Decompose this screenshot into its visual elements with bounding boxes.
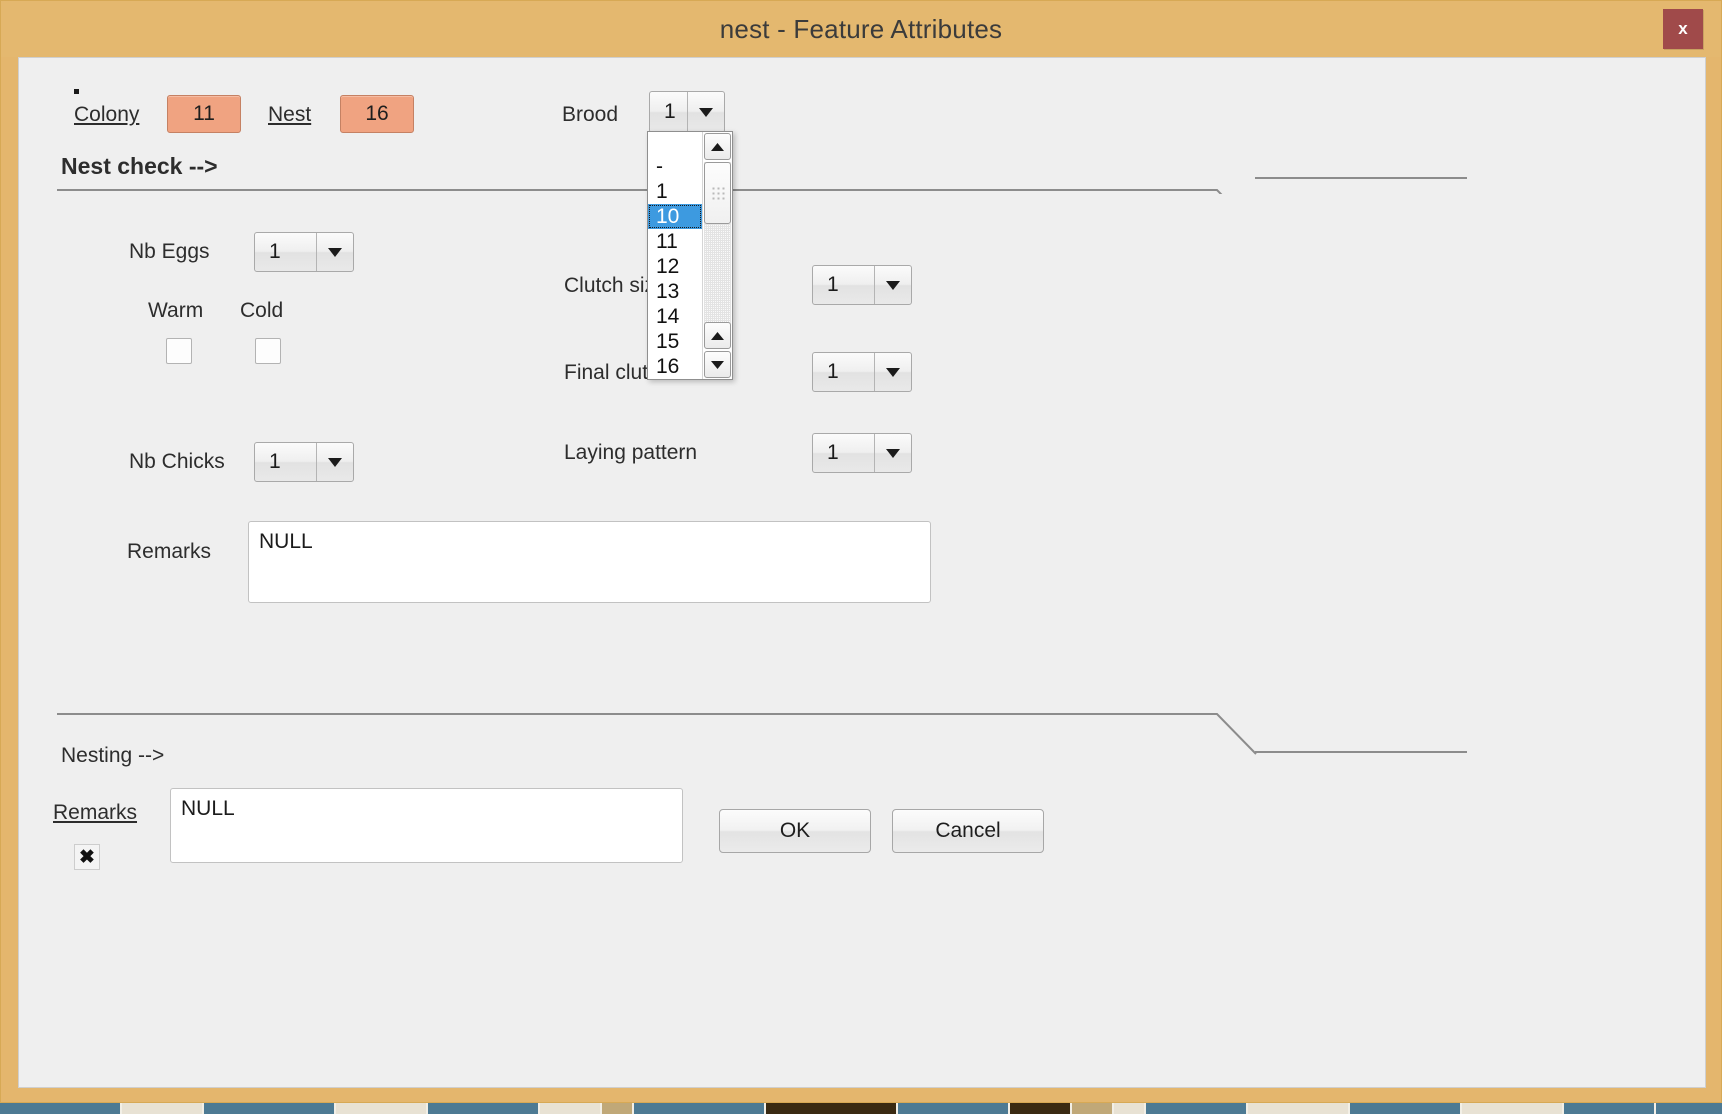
- nest-label[interactable]: Nest: [268, 103, 311, 127]
- nb-chicks-label: Nb Chicks: [129, 450, 225, 473]
- close-button[interactable]: x: [1663, 9, 1703, 49]
- scroll-up-button-secondary[interactable]: [704, 322, 731, 349]
- nesting-remarks-clear-button[interactable]: ✖: [74, 844, 100, 870]
- final-clutch-combo[interactable]: 1: [812, 352, 912, 392]
- taskbar-item[interactable]: [336, 1103, 428, 1114]
- nb-chicks-combo-value: 1: [269, 450, 281, 473]
- taskbar-item[interactable]: [1564, 1103, 1656, 1114]
- title-bar: nest - Feature Attributes x: [1, 1, 1721, 57]
- brood-dropdown-item[interactable]: 15: [648, 329, 702, 354]
- nest-check-title: Nest check -->: [61, 153, 218, 179]
- cold-checkbox[interactable]: [255, 338, 281, 364]
- brood-dropdown-item[interactable]: 13: [648, 279, 702, 304]
- colony-label[interactable]: Colony: [74, 103, 139, 127]
- laying-pattern-label: Laying pattern: [564, 441, 698, 464]
- laying-pattern-combo-value: 1: [827, 441, 839, 464]
- chevron-down-icon: [874, 266, 911, 304]
- nb-eggs-combo[interactable]: 1: [254, 232, 354, 272]
- cancel-button[interactable]: Cancel: [892, 809, 1044, 853]
- taskbar-item[interactable]: [1248, 1103, 1350, 1114]
- brood-dropdown-item[interactable]: -: [648, 154, 702, 179]
- chevron-down-icon: [316, 233, 353, 271]
- nb-eggs-label: Nb Eggs: [129, 240, 210, 263]
- brood-label: Brood: [562, 103, 619, 126]
- taskbar-item[interactable]: [1350, 1103, 1462, 1114]
- scrollbar-thumb[interactable]: [704, 162, 731, 224]
- warm-checkbox[interactable]: [166, 338, 192, 364]
- laying-pattern-combo[interactable]: 1: [812, 433, 912, 473]
- brood-dropdown-item[interactable]: 14: [648, 304, 702, 329]
- taskbar-item[interactable]: [204, 1103, 336, 1114]
- nesting-remarks-label[interactable]: Remarks: [53, 801, 137, 825]
- brood-dropdown-item[interactable]: 10: [648, 204, 702, 229]
- brood-dropdown-item[interactable]: 16: [648, 354, 702, 379]
- chevron-down-icon: [874, 434, 911, 472]
- chevron-down-icon: [874, 353, 911, 391]
- brood-dropdown-item[interactable]: 11: [648, 229, 702, 254]
- nesting-group-separator: [57, 713, 1257, 755]
- dialog-window: nest - Feature Attributes x Colony 11 Ne…: [0, 0, 1722, 1103]
- scrollbar-grip-icon: [710, 186, 725, 200]
- taskbar-item[interactable]: [602, 1103, 634, 1114]
- screen: nest - Feature Attributes x Colony 11 Ne…: [0, 0, 1722, 1114]
- nest-check-group-separator-tail: [1255, 177, 1467, 179]
- brood-dropdown-item[interactable]: 1: [648, 179, 702, 204]
- taskbar-item[interactable]: [1146, 1103, 1248, 1114]
- brood-dropdown-item[interactable]: 12: [648, 254, 702, 279]
- brood-dropdown-popup[interactable]: -1 10 11 12 13 14 15 16: [647, 131, 733, 380]
- clutch-size-combo[interactable]: 1: [812, 265, 912, 305]
- chevron-down-icon: [316, 443, 353, 481]
- taskbar-item[interactable]: [1462, 1103, 1564, 1114]
- cold-label: Cold: [240, 299, 284, 322]
- taskbar: [0, 1103, 1722, 1114]
- scroll-up-button[interactable]: [704, 133, 731, 160]
- nest-check-remarks-label: Remarks: [127, 540, 212, 563]
- required-marker-icon: [74, 89, 79, 94]
- taskbar-item[interactable]: [540, 1103, 602, 1114]
- taskbar-item[interactable]: [1010, 1103, 1072, 1114]
- nb-eggs-combo-value: 1: [269, 240, 281, 263]
- window-title: nest - Feature Attributes: [719, 13, 1003, 44]
- chevron-down-icon: [687, 92, 724, 132]
- clutch-size-combo-value: 1: [827, 273, 839, 296]
- nesting-group-separator-tail: [1255, 751, 1467, 753]
- taskbar-item[interactable]: [428, 1103, 540, 1114]
- dialog-client-area: Colony 11 Nest 16 Brood 1 Nest check -->…: [18, 57, 1706, 1088]
- taskbar-item[interactable]: [0, 1103, 122, 1114]
- taskbar-item[interactable]: [898, 1103, 1010, 1114]
- warm-label: Warm: [148, 299, 204, 322]
- nb-chicks-combo[interactable]: 1: [254, 442, 354, 482]
- nest-check-remarks-input[interactable]: NULL: [248, 521, 931, 603]
- brood-combo[interactable]: 1: [649, 91, 725, 133]
- nest-value[interactable]: 16: [340, 95, 414, 133]
- final-clutch-combo-value: 1: [827, 360, 839, 383]
- brood-dropdown-list[interactable]: -1 10 11 12 13 14 15 16: [648, 132, 702, 379]
- brood-dropdown-scrollbar[interactable]: [702, 132, 732, 379]
- taskbar-item[interactable]: [1114, 1103, 1146, 1114]
- ok-button[interactable]: OK: [719, 809, 871, 853]
- taskbar-item[interactable]: [634, 1103, 766, 1114]
- taskbar-item[interactable]: [122, 1103, 204, 1114]
- scroll-down-button[interactable]: [704, 351, 731, 378]
- nesting-title: Nesting -->: [61, 744, 165, 767]
- taskbar-item[interactable]: [1072, 1103, 1114, 1114]
- taskbar-item[interactable]: [766, 1103, 898, 1114]
- colony-value[interactable]: 11: [167, 95, 241, 133]
- brood-combo-value: 1: [664, 100, 676, 123]
- nesting-remarks-input[interactable]: NULL: [170, 788, 683, 863]
